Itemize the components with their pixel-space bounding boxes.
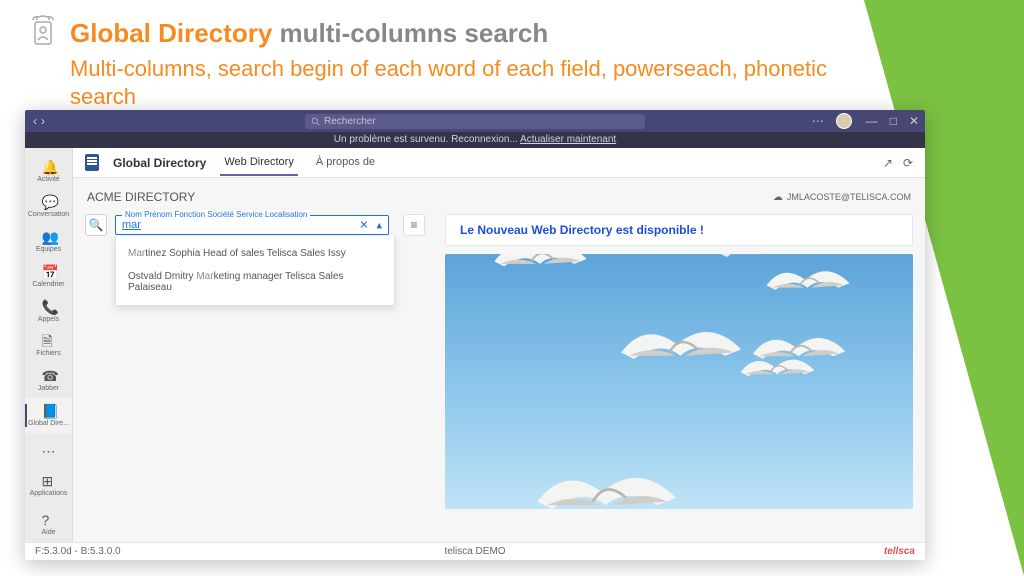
connection-error-bar: Un problème est survenu. Reconnexion... …	[25, 132, 925, 148]
search-result-item[interactable]: Ostvald Dmitry Marketing manager Telisca…	[116, 265, 394, 299]
brand-label: tellsca	[884, 546, 915, 557]
directory-search-input[interactable]	[122, 219, 330, 231]
search-results-dropdown: Martinez Sophia Head of sales Telisca Sa…	[115, 236, 395, 306]
rail-global-directory[interactable]: 📘Global Dire...	[25, 398, 72, 433]
popout-icon[interactable]: ↗	[883, 156, 893, 170]
slide-title: Global Directory multi-columns search	[70, 18, 844, 49]
rail-files[interactable]: 🗎Fichiers	[25, 329, 72, 364]
directory-title: ACME DIRECTORY	[87, 190, 195, 204]
search-field-label: Nom Prénom Fonction Société Service Loca…	[122, 210, 310, 219]
hero-image	[445, 254, 913, 509]
collapse-dropdown-icon[interactable]: ▴	[376, 219, 382, 232]
directory-search-box: Nom Prénom Fonction Société Service Loca…	[115, 215, 389, 235]
rail-help[interactable]: ?Aide	[25, 507, 72, 542]
cloud-icon: ☁	[773, 192, 783, 203]
rail-jabber[interactable]: ☎Jabber	[25, 363, 72, 398]
current-user: ☁ JMLACOSTE@TELISCA.COM	[773, 192, 911, 203]
clear-search-icon[interactable]: ✕	[359, 219, 368, 232]
window-titlebar: ‹ › Rechercher ⋯ — □ ✕	[25, 110, 925, 132]
tab-web-directory[interactable]: Web Directory	[220, 150, 297, 176]
tenant-label: telisca DEMO	[444, 546, 505, 557]
rail-more[interactable]: ⋯	[25, 433, 72, 468]
global-search-input[interactable]: Rechercher	[305, 114, 645, 129]
more-icon[interactable]: ⋯	[812, 114, 824, 128]
reconnect-link[interactable]: Actualiser maintenant	[520, 134, 616, 145]
slide-header: Global Directory multi-columns search Mu…	[70, 18, 844, 110]
teams-window: ‹ › Rechercher ⋯ — □ ✕ Un problème est s…	[25, 110, 925, 560]
slide-subtitle: Multi-columns, search begin of each word…	[70, 55, 844, 110]
rail-chat[interactable]: 💬Conversation	[25, 189, 72, 224]
app-header: Global Directory Web Directory À propos …	[73, 148, 925, 178]
close-button[interactable]: ✕	[909, 114, 919, 128]
rail-teams[interactable]: 👥Equipes	[25, 224, 72, 259]
version-label: F:5.3.0d - B:5.3.0.0	[35, 546, 121, 557]
status-bar: F:5.3.0d - B:5.3.0.0 telisca DEMO tellsc…	[25, 542, 925, 560]
left-rail: 🔔Activité 💬Conversation 👥Equipes 📅Calend…	[25, 148, 73, 542]
hamburger-button[interactable]: ≡	[403, 214, 425, 236]
minimize-button[interactable]: —	[866, 114, 878, 128]
rail-apps[interactable]: ⊞Applications	[25, 468, 72, 503]
nav-forward-icon[interactable]: ›	[41, 114, 45, 128]
rail-activity[interactable]: 🔔Activité	[25, 154, 72, 189]
rail-calls[interactable]: 📞Appels	[25, 294, 72, 329]
tab-about[interactable]: À propos de	[312, 150, 379, 176]
app-logo-icon	[85, 154, 99, 171]
search-result-item[interactable]: Martinez Sophia Head of sales Telisca Sa…	[116, 242, 394, 265]
nav-back-icon[interactable]: ‹	[33, 114, 37, 128]
refresh-icon[interactable]: ⟳	[903, 156, 913, 170]
phone-contact-icon	[25, 14, 61, 50]
rail-calendar[interactable]: 📅Calendrier	[25, 259, 72, 294]
app-name: Global Directory	[113, 156, 206, 170]
announcement-banner: Le Nouveau Web Directory est disponible …	[445, 214, 913, 246]
directory-search-icon[interactable]: 🔍	[85, 214, 107, 236]
avatar[interactable]	[836, 113, 852, 129]
maximize-button[interactable]: □	[890, 114, 897, 128]
